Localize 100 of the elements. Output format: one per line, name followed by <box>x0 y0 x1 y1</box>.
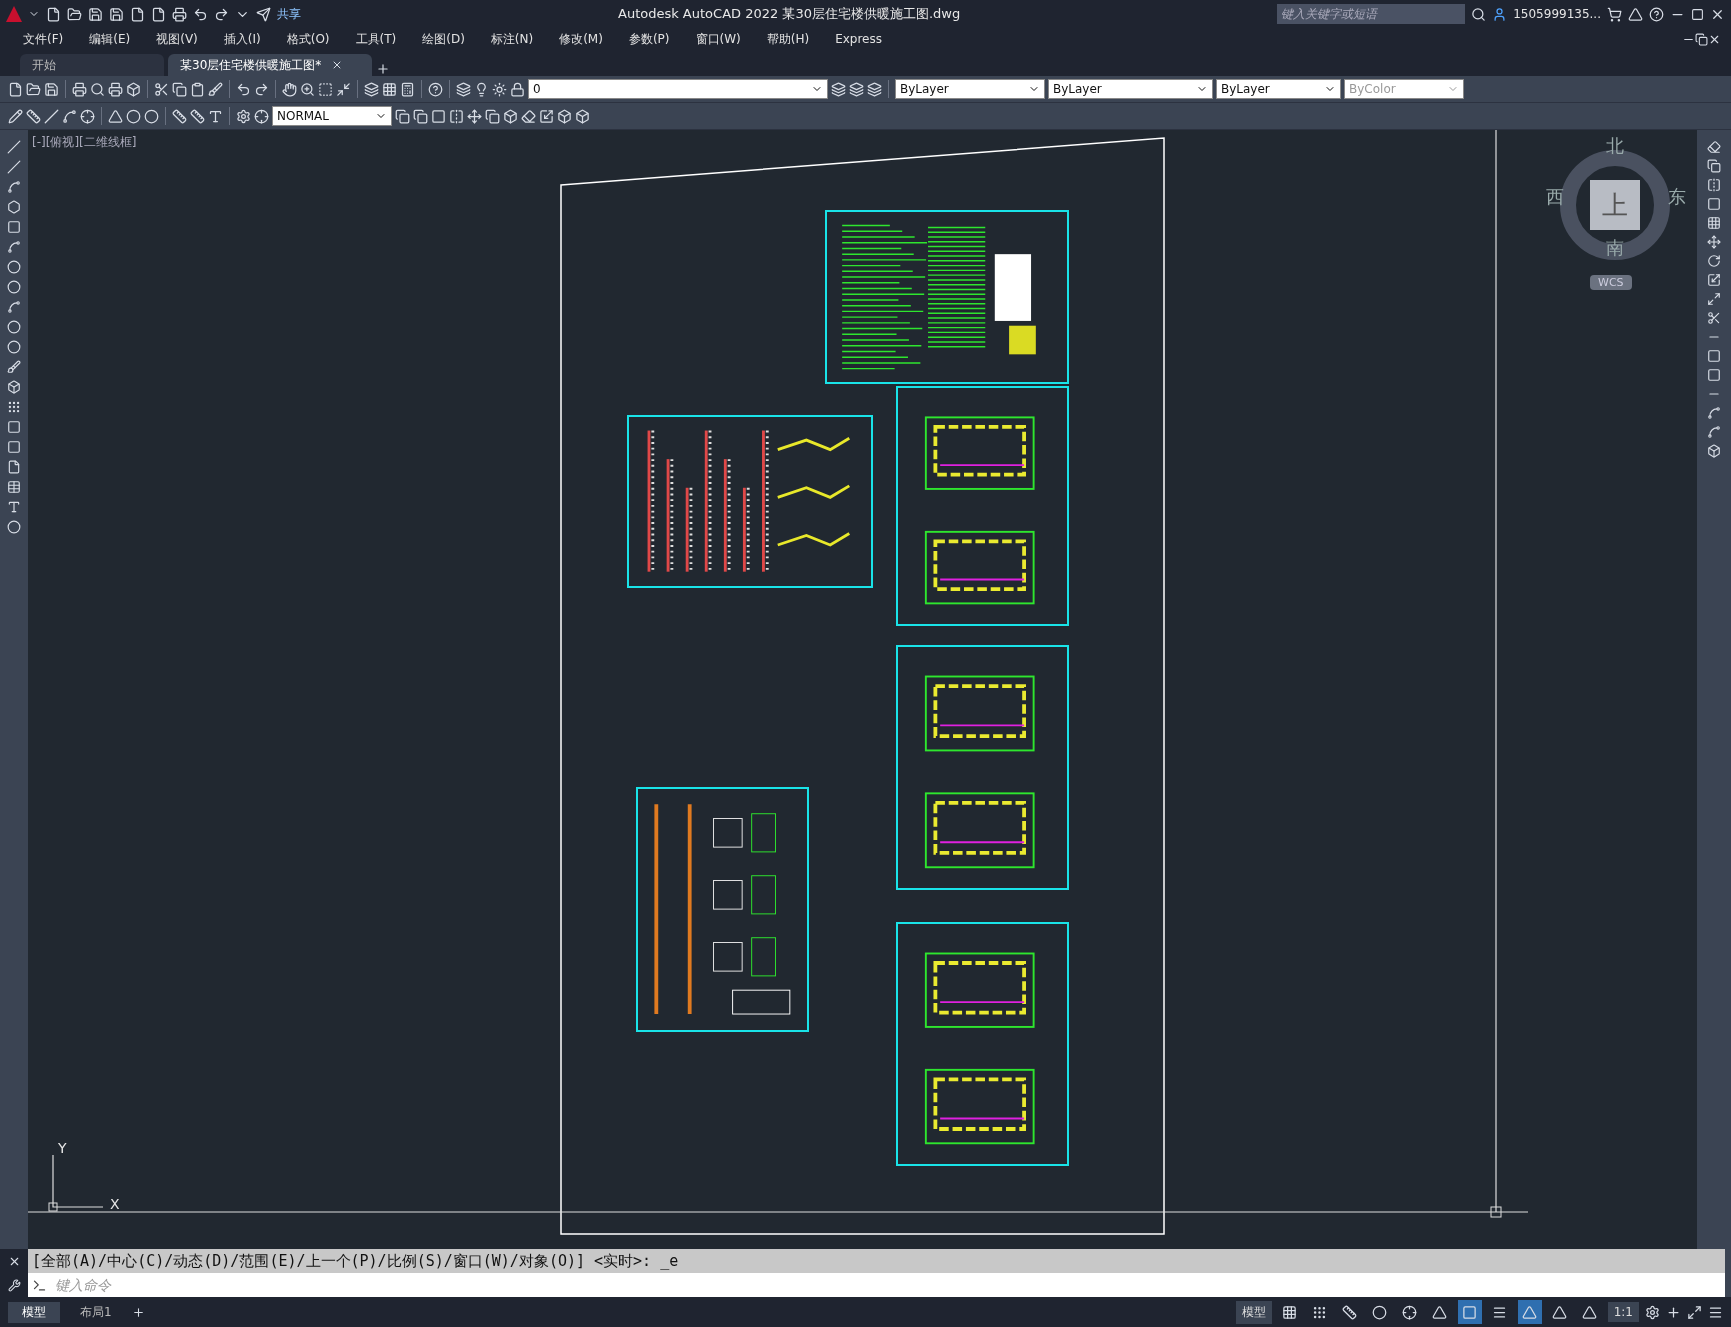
print-icon[interactable] <box>72 81 87 97</box>
paste-icon[interactable] <box>190 81 205 97</box>
menu-item[interactable]: 绘图(D) <box>409 30 478 48</box>
folder-icon[interactable] <box>26 81 41 97</box>
copy-icon[interactable] <box>172 81 187 97</box>
erase-icon[interactable] <box>521 108 536 124</box>
aligned-icon[interactable] <box>44 108 59 124</box>
lineweight-dropdown[interactable]: ByLayer <box>1216 79 1341 99</box>
bulb-icon[interactable] <box>474 81 489 97</box>
add-tab-icon[interactable] <box>376 62 390 76</box>
settings-icon[interactable] <box>1645 1304 1660 1320</box>
toggle-icon[interactable] <box>1342 1304 1358 1320</box>
rectangle-icon[interactable] <box>7 220 21 234</box>
toggle-icon[interactable] <box>1312 1304 1328 1320</box>
undo-icon[interactable] <box>236 81 251 97</box>
viewport-label[interactable]: [-][俯视][二维线框] <box>32 134 137 151</box>
menu-item[interactable]: 工具(T) <box>342 30 410 48</box>
polyline-icon[interactable] <box>7 160 21 174</box>
layout-tab[interactable]: 布局1 <box>66 1301 126 1323</box>
user-icon[interactable] <box>1492 6 1508 22</box>
toggle-icon[interactable] <box>1462 1304 1478 1320</box>
rotate-icon[interactable] <box>1707 254 1721 268</box>
preview-icon[interactable] <box>90 81 105 97</box>
menu-item[interactable]: 标注(N) <box>477 30 547 48</box>
menu-icon[interactable] <box>1708 1304 1723 1320</box>
file-tab[interactable]: 开始 <box>20 54 164 76</box>
text-icon[interactable] <box>208 108 223 124</box>
arc-icon[interactable] <box>62 108 77 124</box>
toggle-icon[interactable] <box>1492 1304 1508 1320</box>
make-current-icon[interactable] <box>831 81 846 97</box>
trim-icon[interactable] <box>1707 311 1721 325</box>
undo-icon[interactable] <box>193 6 208 22</box>
lock-icon[interactable] <box>510 81 525 97</box>
line-icon[interactable] <box>7 140 21 154</box>
new-file-icon[interactable] <box>8 81 23 97</box>
annotation-scale-button[interactable]: 1:1 <box>1607 1302 1639 1322</box>
array-icon[interactable] <box>485 108 500 124</box>
toggle-icon[interactable] <box>1282 1304 1298 1320</box>
cut-icon[interactable] <box>154 81 169 97</box>
model-space-button[interactable]: 模型 <box>1235 1300 1272 1324</box>
layer-dropdown[interactable]: 0 <box>528 79 828 99</box>
menu-item[interactable]: 参数(P) <box>615 30 683 48</box>
viewcube-east[interactable]: 东 <box>1668 185 1686 209</box>
linetype-dropdown[interactable]: ByLayer <box>1048 79 1213 99</box>
save-icon[interactable] <box>88 6 103 22</box>
save-icon[interactable] <box>44 81 59 97</box>
terminal-icon[interactable] <box>32 1277 47 1293</box>
share-icon[interactable] <box>256 6 271 22</box>
erase-icon[interactable] <box>1707 140 1721 154</box>
menu-item[interactable]: 文件(F) <box>10 30 77 48</box>
toggle-icon[interactable] <box>1372 1304 1388 1320</box>
share-link[interactable]: 共享 <box>277 5 301 23</box>
new-file-icon[interactable] <box>46 6 61 22</box>
help-icon[interactable] <box>1649 6 1664 22</box>
spline-icon[interactable] <box>7 300 21 314</box>
help-icon[interactable] <box>428 81 443 97</box>
save-as-icon[interactable] <box>109 6 124 22</box>
toggle-icon[interactable] <box>1522 1304 1538 1320</box>
file-tab[interactable]: 某30层住宅楼供暖施工图* <box>168 54 372 76</box>
fillet-icon[interactable] <box>1707 406 1721 420</box>
print-icon[interactable] <box>172 6 187 22</box>
circle-icon[interactable] <box>7 260 21 274</box>
plot-icon[interactable] <box>108 81 123 97</box>
dimension-icon[interactable] <box>26 108 41 124</box>
layer-previous-icon[interactable] <box>849 81 864 97</box>
scale-icon[interactable] <box>1707 273 1721 287</box>
menu-item[interactable]: 插入(I) <box>210 30 274 48</box>
crosshair-icon[interactable] <box>1666 1304 1681 1320</box>
sun-icon[interactable] <box>492 81 507 97</box>
color-dropdown[interactable]: ByLayer <box>895 79 1045 99</box>
menu-item[interactable]: 格式(O) <box>273 30 343 48</box>
zoom-window-icon[interactable] <box>318 81 333 97</box>
folder-icon[interactable] <box>67 6 82 22</box>
cart-icon[interactable] <box>1607 6 1622 22</box>
mirror-icon[interactable] <box>1707 178 1721 192</box>
polygon-icon[interactable] <box>7 200 21 214</box>
toggle-icon[interactable] <box>1582 1304 1598 1320</box>
viewcube-top-face[interactable]: 上 <box>1590 180 1640 230</box>
curve-icon[interactable] <box>7 240 21 254</box>
pan-icon[interactable] <box>282 81 297 97</box>
command-line-field[interactable]: 键入命令 <box>28 1273 1725 1297</box>
toggle-icon[interactable] <box>1432 1304 1448 1320</box>
copy-icon[interactable] <box>1707 159 1721 173</box>
dim-style-dropdown[interactable]: NORMAL <box>272 106 392 126</box>
layer-properties-icon[interactable] <box>456 81 471 97</box>
calculator-icon[interactable] <box>400 81 415 97</box>
status-toggle[interactable] <box>1457 1300 1482 1324</box>
search-field[interactable]: 键入关键字或短语 <box>1277 4 1466 24</box>
mirror-icon[interactable] <box>449 108 464 124</box>
toggle-icon[interactable] <box>1552 1304 1568 1320</box>
arc-icon[interactable] <box>7 180 21 194</box>
toggle-icon[interactable] <box>1402 1304 1418 1320</box>
app-logo-icon[interactable] <box>6 6 22 22</box>
stretch-icon[interactable] <box>1707 292 1721 306</box>
status-toggle[interactable] <box>1517 1300 1542 1324</box>
array-icon[interactable] <box>1707 216 1721 230</box>
menu-item[interactable]: 编辑(E) <box>76 30 144 48</box>
redo-icon[interactable] <box>254 81 269 97</box>
restore-icon[interactable] <box>1695 32 1708 46</box>
menu-item[interactable]: Express <box>822 32 895 46</box>
